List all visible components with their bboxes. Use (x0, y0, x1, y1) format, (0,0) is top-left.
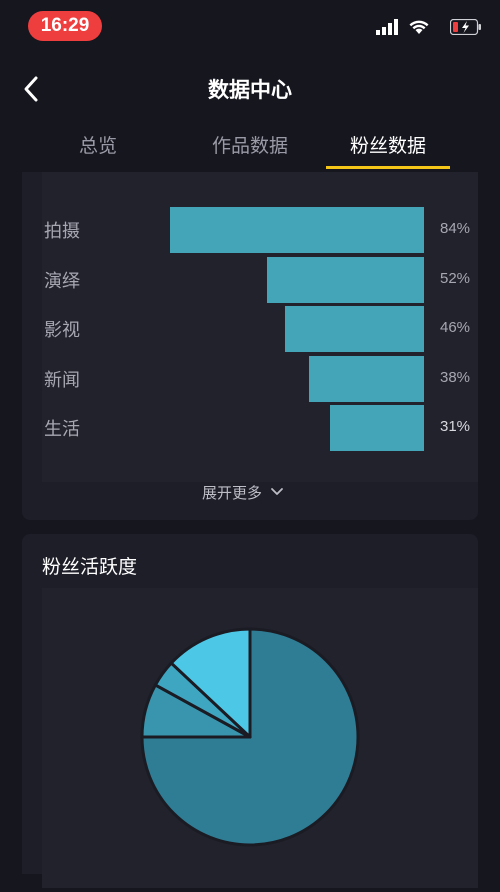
bar (330, 405, 424, 451)
bar-value-label: 38% (440, 368, 471, 386)
expand-more-button[interactable]: 展开更多 (202, 480, 284, 504)
tab-label: 粉丝数据 (349, 134, 426, 157)
bar-value-label: 31% (440, 418, 471, 435)
page-title: 数据中心 (208, 78, 292, 102)
tab-works-data[interactable]: 作品数据 (190, 118, 310, 170)
tab-label: 总览 (78, 134, 117, 157)
tab-fans-data[interactable]: 粉丝数据 (326, 118, 450, 170)
bar-category-label: 新闻 (44, 369, 80, 391)
bar-value-label: 46% (440, 319, 471, 336)
fans-interest-card: 拍摄 84% 演绎 52% 影视 46% 新闻 38% 生活 31% 展开更多 (22, 172, 478, 520)
bar (266, 256, 424, 303)
interest-bar-chart: 拍摄 84% 演绎 52% 影视 46% 新闻 38% 生活 31% (42, 172, 478, 482)
signal-icon (376, 19, 398, 35)
tab-bar: 总览 作品数据 粉丝数据 (0, 118, 500, 170)
activity-pie-chart (42, 588, 478, 888)
bar-value-label: 84% (440, 220, 471, 237)
nav-bar: 数据中心 (0, 60, 500, 116)
bar-category-label: 拍摄 (44, 221, 80, 242)
section-title: 粉丝活跃度 (42, 556, 138, 578)
pie-svg (140, 627, 360, 847)
fans-activity-card: 粉丝活跃度 (22, 534, 478, 888)
bar (170, 207, 424, 253)
bar-category-label: 演绎 (44, 270, 80, 292)
bar-value-label: 52% (440, 269, 471, 287)
wifi-icon (409, 20, 429, 34)
bar (309, 355, 424, 402)
tab-active-indicator (326, 166, 450, 169)
bar (284, 306, 424, 352)
bar-category-label: 影视 (44, 320, 80, 341)
bar-category-label: 生活 (44, 419, 80, 440)
chevron-down-icon (271, 488, 283, 495)
tab-overview[interactable]: 总览 (38, 118, 158, 170)
tab-label: 作品数据 (211, 134, 288, 157)
battery-low-icon (450, 19, 481, 35)
status-bar: 16:29 (0, 0, 500, 52)
status-time: 16:29 (28, 11, 102, 41)
expand-more-label: 展开更多 (202, 483, 263, 502)
